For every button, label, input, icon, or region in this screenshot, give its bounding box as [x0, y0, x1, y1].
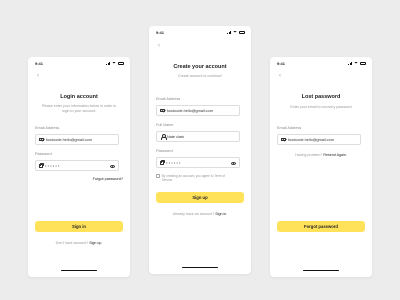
lock-icon [39, 162, 45, 168]
email-field[interactable]: foodcode.hello@gmail.com [35, 134, 119, 145]
signup-prompt-text: Don't have account? [55, 241, 89, 245]
status-bar: 9:41 [149, 30, 251, 36]
mail-icon [160, 108, 165, 113]
full-name-label: Full Name [156, 123, 174, 127]
signal-icon [348, 62, 352, 65]
eye-icon[interactable] [110, 164, 115, 168]
page-subtitle: Create account to continue! [178, 74, 222, 78]
mail-icon [281, 137, 286, 142]
checkbox-icon[interactable] [156, 174, 160, 178]
resend-link[interactable]: Resend Again. [323, 153, 346, 157]
home-indicator [61, 270, 97, 272]
signup-screen: 9:41 ‹ Create your account Create accoun… [149, 26, 251, 274]
status-time: 9:41 [277, 61, 286, 66]
sign-in-link[interactable]: Sign in. [215, 212, 227, 216]
email-value: foodcode.hello@gmail.com [46, 137, 92, 142]
password-mask: •••••• [166, 160, 182, 165]
full-name-value: Nate clark [167, 134, 185, 139]
home-indicator [303, 270, 339, 272]
page-title: Lost password [301, 94, 341, 100]
email-label: Email Address [156, 97, 181, 101]
password-field[interactable]: •••••• [156, 157, 240, 168]
resend-prompt: Having problem? Resend Again. [270, 153, 372, 157]
wifi-icon [354, 62, 358, 65]
lock-icon [160, 159, 166, 165]
eye-icon[interactable] [231, 161, 236, 165]
status-icons [348, 62, 366, 65]
wifi-icon [233, 31, 237, 34]
forgot-password-button[interactable]: Forgot password [277, 221, 365, 232]
email-label: Email Address [35, 126, 60, 130]
forgot-password-link[interactable]: Forgot password? [93, 177, 123, 181]
signal-icon [227, 31, 231, 34]
email-label: Email Address [277, 126, 302, 130]
status-time: 9:41 [156, 30, 165, 35]
signin-prompt: Already have an account? Sign in. [149, 212, 251, 216]
page-title: Login account [60, 94, 98, 100]
status-bar: 9:41 [270, 61, 372, 67]
password-mask: •••••• [45, 163, 61, 168]
resend-prompt-text: Having problem? [295, 153, 323, 157]
password-field[interactable]: •••••• [35, 160, 119, 171]
signal-icon [106, 62, 110, 65]
full-name-field[interactable]: Nate clark [156, 131, 240, 142]
status-time: 9:41 [35, 61, 44, 66]
back-arrow-icon[interactable]: ‹ [37, 73, 39, 79]
email-value: foodcode.hello@gmail.com [167, 108, 213, 113]
lost-password-screen: 9:41 ‹ Lost password Enter your email to… [270, 57, 372, 277]
terms-agreement[interactable]: By creating an account, you agree to Ter… [156, 174, 232, 182]
signup-prompt: Don't have account? Sign up. [28, 241, 130, 245]
battery-icon [360, 62, 366, 65]
page-subtitle: Enter your email to recovery password [290, 105, 352, 109]
login-screen: 9:41 ‹ Login account Please enter your i… [28, 57, 130, 277]
user-icon [160, 134, 167, 140]
status-icons [227, 31, 245, 34]
status-bar: 9:41 [28, 61, 130, 67]
back-arrow-icon[interactable]: ‹ [158, 43, 160, 49]
email-field[interactable]: foodcode.hello@gmail.com [277, 134, 361, 145]
email-field[interactable]: foodcode.hello@gmail.com [156, 105, 240, 116]
sign-up-link[interactable]: Sign up. [89, 241, 102, 245]
status-icons [106, 62, 124, 65]
signin-prompt-text: Already have an account? [172, 212, 215, 216]
sign-up-button[interactable]: Sign up [156, 192, 244, 203]
battery-icon [239, 31, 245, 34]
home-indicator [182, 267, 218, 269]
page-title: Create your account [173, 64, 227, 70]
battery-icon [118, 62, 124, 65]
mail-icon [39, 137, 44, 142]
password-label: Password [156, 149, 173, 153]
email-value: foodcode.hello@gmail.com [288, 137, 334, 142]
sign-in-button[interactable]: Sign in [35, 221, 123, 232]
password-label: Password [35, 152, 52, 156]
back-arrow-icon[interactable]: ‹ [279, 73, 281, 79]
wifi-icon [112, 62, 116, 65]
terms-text: By creating an account, you agree to Ter… [161, 174, 225, 183]
page-subtitle: Please enter your information below in o… [41, 104, 117, 113]
